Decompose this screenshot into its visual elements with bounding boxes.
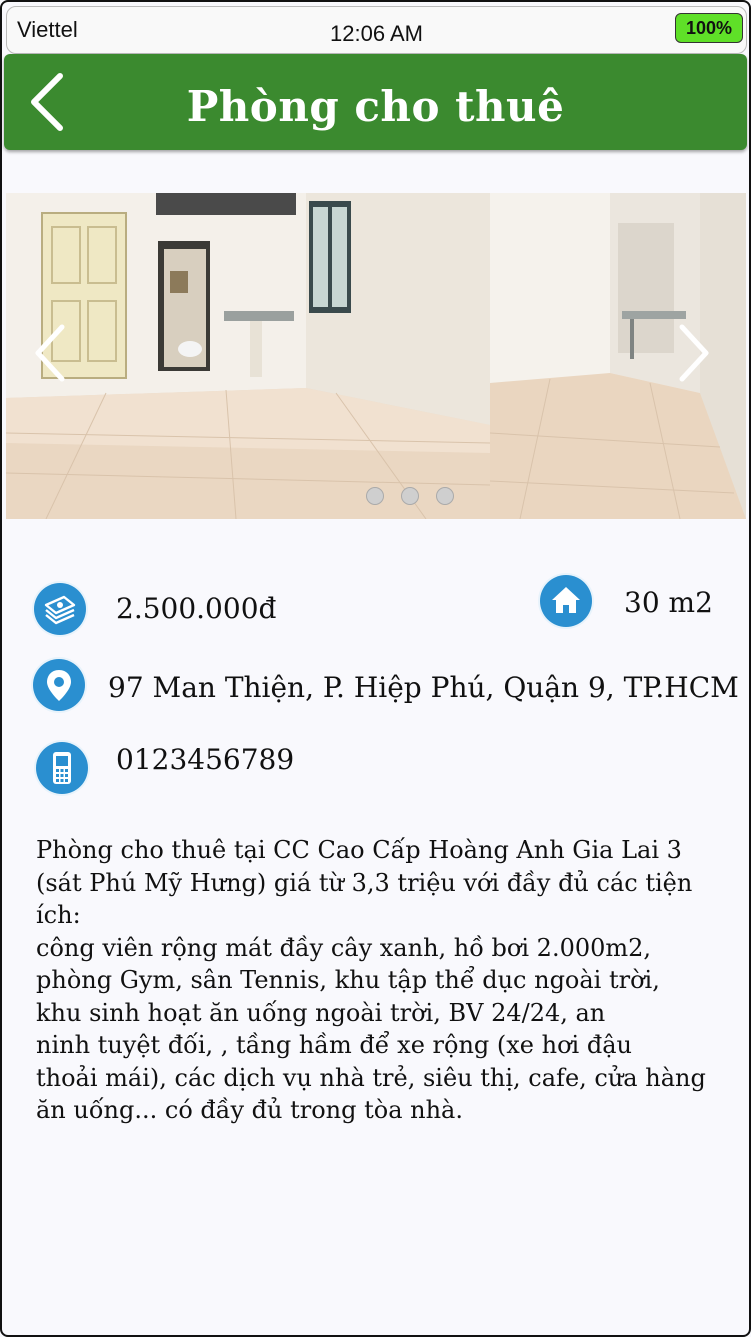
status-bar: Viettel 12:06 AM 100%: [6, 6, 747, 54]
navigation-bar: Phòng cho thuê: [4, 54, 747, 150]
location-pin-icon: [33, 659, 85, 711]
description-line: công viên rộng mát đầy cây xanh, hồ bơi …: [36, 933, 652, 962]
money-stack-icon: [34, 583, 86, 635]
description-text: Phòng cho thuê tại CC Cao Cấp Hoàng Anh …: [36, 834, 736, 1127]
description-line: Phòng cho thuê tại CC Cao Cấp Hoàng Anh …: [36, 836, 682, 864]
page-dot[interactable]: [366, 487, 384, 505]
page-dot[interactable]: [436, 487, 454, 505]
battery-indicator: 100%: [675, 13, 743, 43]
page-indicator[interactable]: [366, 487, 471, 509]
next-photo-button[interactable]: [670, 321, 716, 385]
phone-text[interactable]: 0123456789: [116, 743, 294, 776]
price-text: 2.500.000đ: [116, 592, 277, 625]
chevron-left-icon: [35, 324, 65, 382]
mobile-phone-icon: [36, 742, 88, 794]
description-line: (sát Phú Mỹ Hưng) giá từ 3,3 triệu với đ…: [36, 868, 693, 930]
address-text[interactable]: 97 Man Thiện, P. Hiệp Phú, Quận 9, TP.HC…: [108, 671, 739, 704]
photo-gallery[interactable]: [6, 193, 746, 519]
status-time: 12:06 AM: [330, 21, 423, 46]
description-line: khu sinh hoạt ăn uống ngoài trời, BV 24/…: [36, 998, 606, 1027]
chevron-right-icon: [679, 324, 709, 382]
app-screen: Viettel 12:06 AM 100% Phòng cho thuê 2.5…: [0, 0, 751, 1337]
home-icon: [540, 575, 592, 627]
previous-photo-button[interactable]: [28, 321, 74, 385]
area-text: 30 m2: [624, 586, 713, 619]
description-line: ninh tuyệt đối, , tầng hầm để xe rộng (x…: [36, 1031, 632, 1059]
description-line: phòng Gym, sân Tennis, khu tập thể dục n…: [36, 966, 660, 994]
description-line: ăn uống... có đầy đủ trong tòa nhà.: [36, 1096, 463, 1124]
page-title: Phòng cho thuê: [186, 82, 565, 131]
description-line: thoải mái), các dịch vụ nhà trẻ, siêu th…: [36, 1063, 706, 1092]
page-dot[interactable]: [401, 487, 419, 505]
room-photo: [6, 193, 490, 519]
